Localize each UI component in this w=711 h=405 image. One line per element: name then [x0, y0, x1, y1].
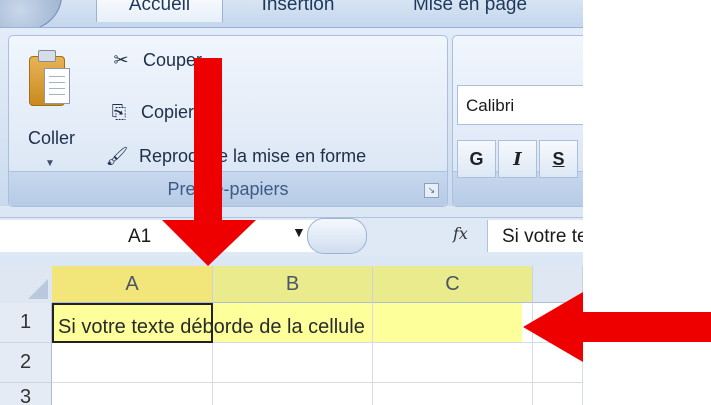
- cell-c3[interactable]: [373, 383, 533, 405]
- italic-button[interactable]: I: [498, 140, 537, 178]
- name-box-value: A1: [128, 226, 152, 247]
- cell-c2[interactable]: [373, 343, 533, 383]
- scissors-icon: ✂: [113, 50, 129, 70]
- cell-a3[interactable]: [52, 383, 213, 405]
- name-box[interactable]: A1 ▼: [0, 220, 317, 252]
- paste-icon[interactable]: [29, 50, 70, 106]
- formula-input[interactable]: Si votre texte déborde de la cellule: [487, 220, 583, 252]
- select-all-corner[interactable]: [0, 266, 53, 304]
- bold-button[interactable]: G: [457, 140, 496, 178]
- paste-button-label[interactable]: Coller: [28, 128, 75, 149]
- tab-insertion[interactable]: Insertion: [238, 0, 358, 22]
- dialog-launcher-icon[interactable]: ↘: [424, 183, 439, 198]
- tab-accueil[interactable]: Accueil: [96, 0, 223, 22]
- formula-bar: A1 ▼ fx Si votre texte déborde de la cel…: [0, 217, 583, 256]
- clipboard-clip-shape: [38, 50, 56, 62]
- left-arrow-icon: [523, 292, 711, 362]
- cell-a1-text: Si votre texte déborde de la cellule: [58, 316, 365, 338]
- down-arrow-icon: [162, 58, 256, 266]
- excel-window: Accueil Insertion Mise en page Coller ▼ …: [0, 0, 583, 405]
- column-header-c[interactable]: C: [373, 266, 533, 303]
- cell-b3[interactable]: [213, 383, 373, 405]
- font-format-buttons: G I S: [457, 140, 580, 180]
- spreadsheet-grid: A B C 1 2 3 Si votre texte déborde de la…: [0, 266, 583, 405]
- name-box-dropdown-icon[interactable]: ▼: [292, 224, 306, 240]
- clipboard-page-shape: [44, 68, 70, 104]
- underline-button[interactable]: S: [539, 140, 578, 178]
- row-header-3[interactable]: 3: [0, 383, 52, 405]
- ribbon: Coller ▼ ✂ Couper ⎘ Copier 🖌 Reproduire …: [0, 27, 583, 207]
- insert-function-icon[interactable]: fx: [453, 224, 468, 243]
- column-header-b[interactable]: B: [213, 266, 373, 303]
- paintbrush-icon: 🖌: [105, 146, 129, 166]
- cell-d3[interactable]: [533, 383, 583, 405]
- tab-mise-en-page[interactable]: Mise en page: [390, 0, 550, 22]
- row-header-1[interactable]: 1: [0, 303, 52, 343]
- copy-icon: ⎘: [111, 102, 127, 122]
- cell-b2[interactable]: [213, 343, 373, 383]
- formula-bar-splitter[interactable]: [307, 218, 367, 254]
- cell-a2[interactable]: [52, 343, 213, 383]
- ribbon-tab-bar: Accueil Insertion Mise en page: [0, 0, 583, 32]
- column-header-a[interactable]: A: [52, 266, 213, 303]
- font-name-field[interactable]: Calibri: [457, 85, 583, 125]
- paste-dropdown-arrow-icon[interactable]: ▼: [45, 158, 55, 169]
- cell-c1[interactable]: [373, 303, 533, 343]
- row-header-2[interactable]: 2: [0, 343, 52, 383]
